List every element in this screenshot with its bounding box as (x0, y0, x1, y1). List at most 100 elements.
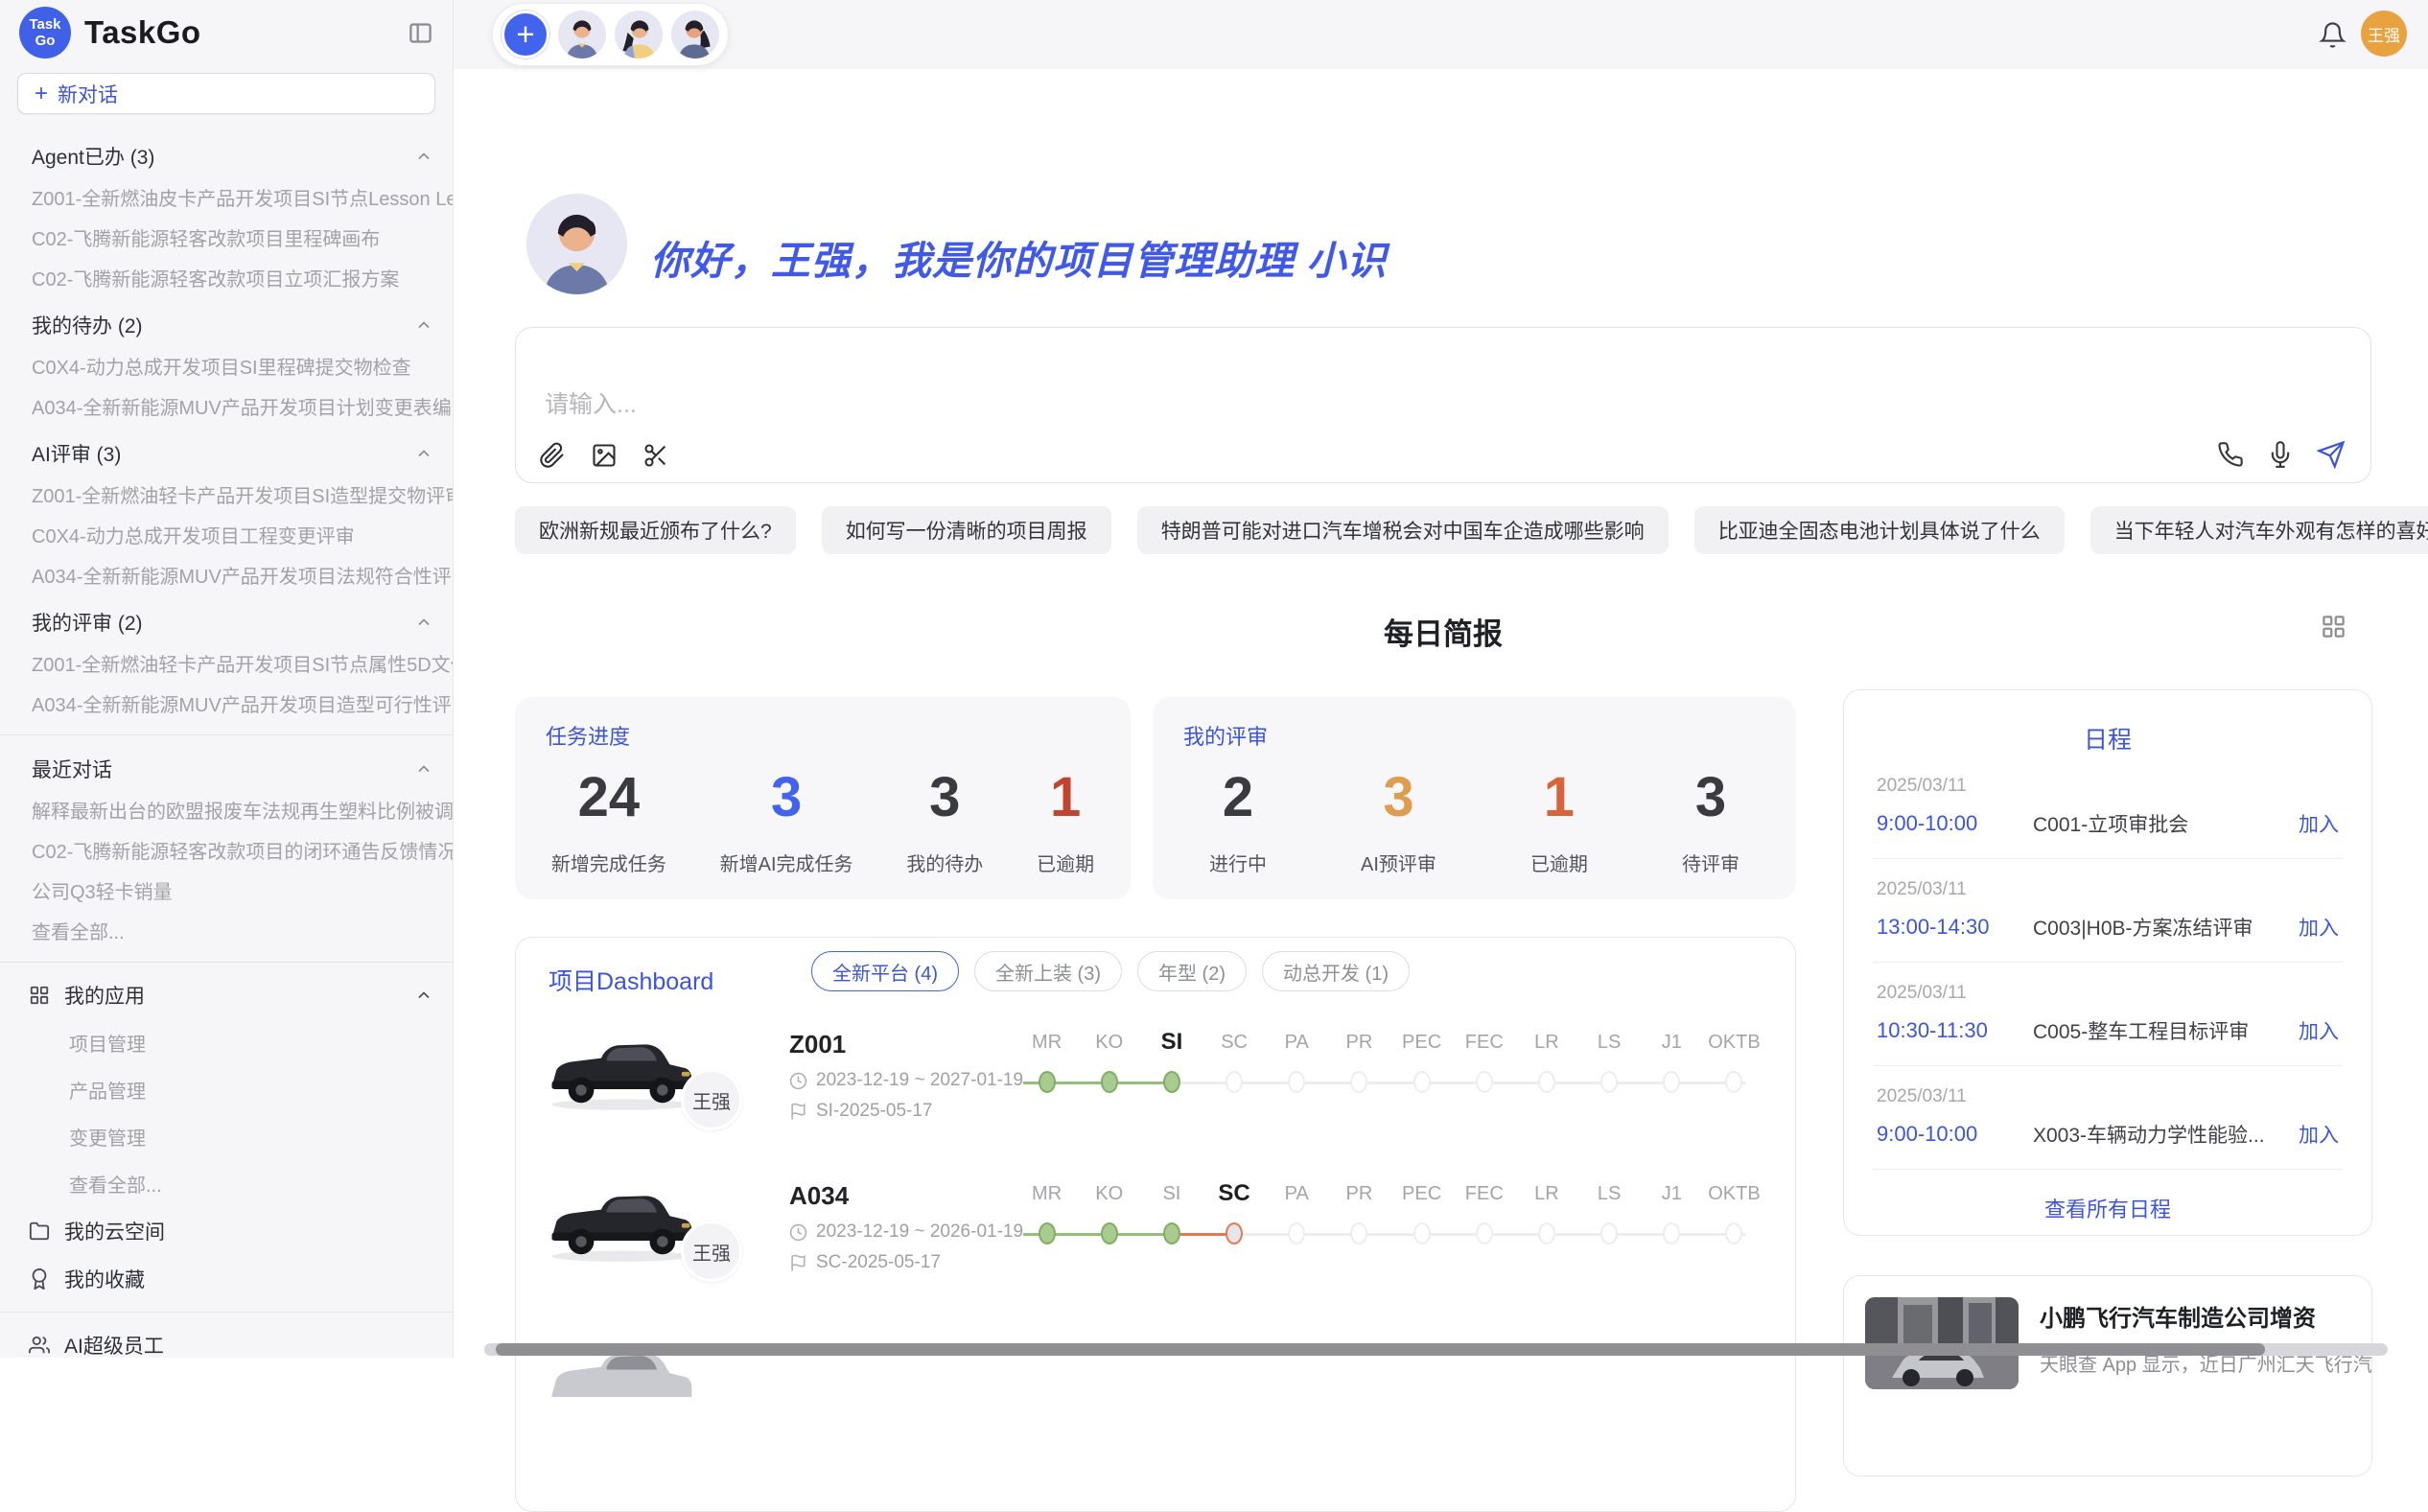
suggestion-chip[interactable]: 特朗普可能对进口汽车增税会对中国车企造成哪些影响 (1137, 506, 1669, 554)
image-upload-icon[interactable] (591, 442, 618, 469)
tab-new-platform[interactable]: 全新平台 (4) (811, 951, 959, 991)
milestone-label: LR (1515, 1024, 1577, 1060)
milestone-node[interactable] (1226, 1071, 1243, 1093)
horizontal-scrollbar-track[interactable] (484, 1343, 2388, 1356)
layout-grid-icon[interactable] (2321, 614, 2346, 640)
sidebar-item[interactable]: C02-飞腾新能源轻客改款项目里程碑画布 (0, 220, 453, 260)
milestone-node[interactable] (1163, 1071, 1180, 1093)
sidebar-item[interactable]: Z001-全新燃油皮卡产品开发项目SI节点Lesson Learn报告 (0, 179, 453, 220)
sidebar-item-view-all-apps[interactable]: 查看全部... (0, 1160, 453, 1207)
sidebar-item-project-mgmt[interactable]: 项目管理 (0, 1019, 453, 1066)
milestone-node[interactable] (1413, 1222, 1431, 1244)
join-link[interactable]: 加入 (2299, 1016, 2339, 1045)
suggestion-chip[interactable]: 当下年轻人对汽车外观有怎样的喜好趋势 (2090, 506, 2428, 554)
milestone-node[interactable] (1663, 1071, 1680, 1093)
sidebar-item[interactable]: C02-飞腾新能源轻客改款项目立项汇报方案 (0, 260, 453, 300)
sidebar-item-change-mgmt[interactable]: 变更管理 (0, 1113, 453, 1160)
milestone-node[interactable] (1600, 1222, 1618, 1244)
milestone-node[interactable] (1101, 1071, 1118, 1093)
stat-value: 3 (1361, 770, 1436, 826)
milestone-node[interactable] (1663, 1222, 1680, 1244)
milestone-node[interactable] (1725, 1071, 1742, 1093)
milestone-node[interactable] (1600, 1071, 1618, 1093)
agent-avatar-2[interactable] (615, 11, 663, 58)
sidebar-item[interactable]: Z001-全新燃油轻卡产品开发项目SI节点属性5D文件评审 (0, 645, 453, 686)
milestone-node[interactable] (1538, 1071, 1555, 1093)
milestone-node[interactable] (1039, 1071, 1056, 1093)
milestone-node-overdue[interactable] (1226, 1222, 1243, 1244)
horizontal-scrollbar-thumb[interactable] (496, 1343, 2265, 1356)
milestone-node[interactable] (1538, 1222, 1555, 1244)
sidebar-item[interactable]: C0X4-动力总成开发项目SI里程碑提交物检查 (0, 348, 453, 388)
suggestion-chip[interactable]: 如何写一份清晰的项目周报 (822, 506, 1111, 554)
sidebar-item[interactable]: 解释最新出台的欧盟报废车法规再生塑料比例被调至15%... (0, 792, 453, 832)
sidebar-item[interactable]: A034-全新新能源MUV产品开发项目法规符合性评审 (0, 557, 453, 597)
tab-year-model[interactable]: 年型 (2) (1137, 951, 1247, 991)
stat-value: 3 (906, 770, 983, 826)
sidebar-item[interactable]: A034-全新新能源MUV产品开发项目计划变更表编写 (0, 388, 453, 429)
logo-line1: Task (29, 16, 60, 33)
schedule-time: 10:30-11:30 (1877, 1018, 2033, 1043)
milestone-node[interactable] (1476, 1222, 1493, 1244)
clock-icon (789, 1072, 807, 1090)
notification-bell-icon[interactable] (2319, 21, 2346, 49)
milestone-node[interactable] (1413, 1071, 1431, 1093)
milestone-label-current: SI (1140, 1024, 1202, 1060)
user-avatar[interactable]: 王强 (2361, 11, 2407, 57)
milestone-node[interactable] (1039, 1222, 1056, 1244)
suggestion-chip[interactable]: 欧洲新规最近颁布了什么? (515, 506, 796, 554)
microphone-icon[interactable] (2267, 441, 2294, 468)
section-header-recent-chats[interactable]: 最近对话 (0, 744, 453, 792)
sidebar-item-favorites[interactable]: 我的收藏 (0, 1255, 453, 1303)
project-car-image (543, 1025, 698, 1115)
stats-row: 24新增完成任务 3新增AI完成任务 3我的待办 1已逾期 (525, 756, 1121, 890)
agent-avatar-3[interactable] (671, 11, 719, 58)
join-link[interactable]: 加入 (2299, 809, 2339, 838)
milestone-node[interactable] (1350, 1222, 1367, 1244)
milestone-node[interactable] (1288, 1071, 1305, 1093)
section-header-ai-review[interactable]: AI评审 (3) (0, 429, 453, 477)
view-all-schedule-link[interactable]: 查看所有日程 (1873, 1170, 2343, 1246)
milestone-label: J1 (1641, 1175, 1703, 1212)
join-link[interactable]: 加入 (2299, 1120, 2339, 1149)
chat-input-card[interactable]: 请输入... (515, 327, 2371, 483)
project-dates-text: 2023-12-19 ~ 2026-01-19 (816, 1221, 1023, 1243)
milestone-node[interactable] (1163, 1222, 1180, 1244)
sidebar-item-my-apps[interactable]: 我的应用 (0, 971, 453, 1019)
milestone-node[interactable] (1350, 1071, 1367, 1093)
sidebar-item-product-mgmt[interactable]: 产品管理 (0, 1066, 453, 1113)
agent-avatar-1[interactable] (558, 11, 606, 58)
sidebar-item[interactable]: C0X4-动力总成开发项目工程变更评审 (0, 517, 453, 557)
send-icon[interactable] (2317, 440, 2346, 469)
join-link[interactable]: 加入 (2299, 913, 2339, 942)
tab-powertrain[interactable]: 动总开发 (1) (1262, 951, 1410, 991)
stat-value: 1 (1037, 770, 1094, 826)
milestone-node[interactable] (1725, 1222, 1742, 1244)
tab-new-body[interactable]: 全新上装 (3) (974, 951, 1122, 991)
news-card[interactable]: 小鹏飞行汽车制造公司增资 天眼查 App 显示，近日广州汇天飞行汽... (1843, 1275, 2372, 1477)
milestone-node[interactable] (1476, 1071, 1493, 1093)
sidebar-item[interactable]: Z001-全新燃油轻卡产品开发项目SI造型提交物评审 (0, 477, 453, 517)
plus-icon: + (35, 82, 48, 105)
collapse-sidebar-icon[interactable] (408, 20, 433, 46)
screenshot-scissors-icon[interactable] (642, 442, 669, 469)
sidebar-item[interactable]: 公司Q3轻卡销量 (0, 872, 453, 913)
section-header-my-review[interactable]: 我的评审 (2) (0, 597, 453, 645)
new-chat-button[interactable]: + 新对话 (17, 73, 435, 114)
sidebar-item[interactable]: A034-全新新能源MUV产品开发项目造型可行性评审 (0, 686, 453, 726)
section-header-my-todo[interactable]: 我的待办 (2) (0, 300, 453, 348)
sidebar-item-ai-super-staff[interactable]: AI超级员工 (0, 1321, 453, 1358)
project-row[interactable]: 王强 Z001 2023-12-19 ~ 2027-01-19 SI-2025-… (516, 1024, 1795, 1158)
suggestion-chip[interactable]: 比亚迪全固态电池计划具体说了什么 (1694, 506, 2065, 554)
section-header-agent-done[interactable]: Agent已办 (3) (0, 131, 453, 179)
milestone-node[interactable] (1101, 1222, 1118, 1244)
sidebar-item[interactable]: C02-飞腾新能源轻客改款项目的闭环通告反馈情况 (0, 832, 453, 872)
sidebar-item-cloud-space[interactable]: 我的云空间 (0, 1207, 453, 1255)
sidebar-item-view-all[interactable]: 查看全部... (0, 913, 453, 953)
add-agent-button[interactable]: + (502, 11, 549, 58)
project-row[interactable]: 王强 A034 2023-12-19 ~ 2026-01-19 SC-2025-… (516, 1175, 1795, 1310)
milestone-node[interactable] (1288, 1222, 1305, 1244)
project-owner-badge: 王强 (681, 1221, 742, 1282)
attachment-icon[interactable] (539, 442, 566, 469)
phone-call-icon[interactable] (2217, 441, 2244, 468)
